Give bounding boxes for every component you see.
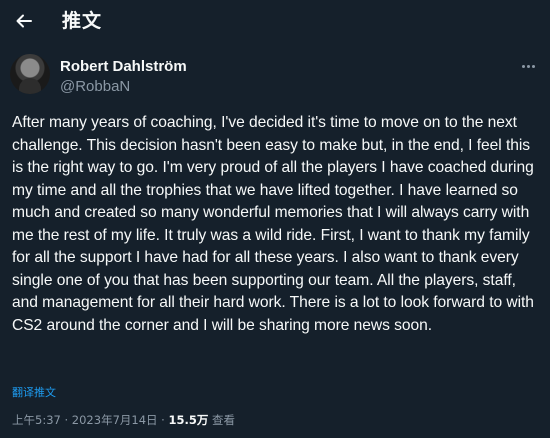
meta-separator: · <box>157 413 169 427</box>
page-title: 推文 <box>62 10 103 32</box>
tweet-text: After many years of coaching, I've decid… <box>12 114 534 334</box>
top-bar: 推文 <box>0 0 550 44</box>
arrow-left-icon <box>16 14 32 28</box>
tweet-time[interactable]: 上午5:37 <box>12 413 61 427</box>
translate-tweet-link[interactable]: 翻译推文 <box>12 384 56 400</box>
more-horizontal-icon <box>526 64 530 68</box>
author-handle[interactable]: @RobbaN <box>60 78 130 96</box>
tweet-author: Robert Dahlström @RobbaN <box>10 54 540 98</box>
more-options-button[interactable] <box>518 58 538 74</box>
views-label: 查看 <box>212 413 236 427</box>
back-button[interactable] <box>9 6 39 36</box>
more-horizontal-icon <box>521 64 525 68</box>
meta-separator: · <box>60 413 72 427</box>
author-name[interactable]: Robert Dahlström <box>60 58 187 76</box>
tweet-metadata: 上午5:37 · 2023年7月14日 · 15.5万 查看 <box>12 413 235 427</box>
avatar[interactable] <box>10 54 50 94</box>
tweet-date[interactable]: 2023年7月14日 <box>72 413 158 427</box>
more-horizontal-icon <box>531 64 535 68</box>
views-count: 15.5万 <box>168 413 209 427</box>
